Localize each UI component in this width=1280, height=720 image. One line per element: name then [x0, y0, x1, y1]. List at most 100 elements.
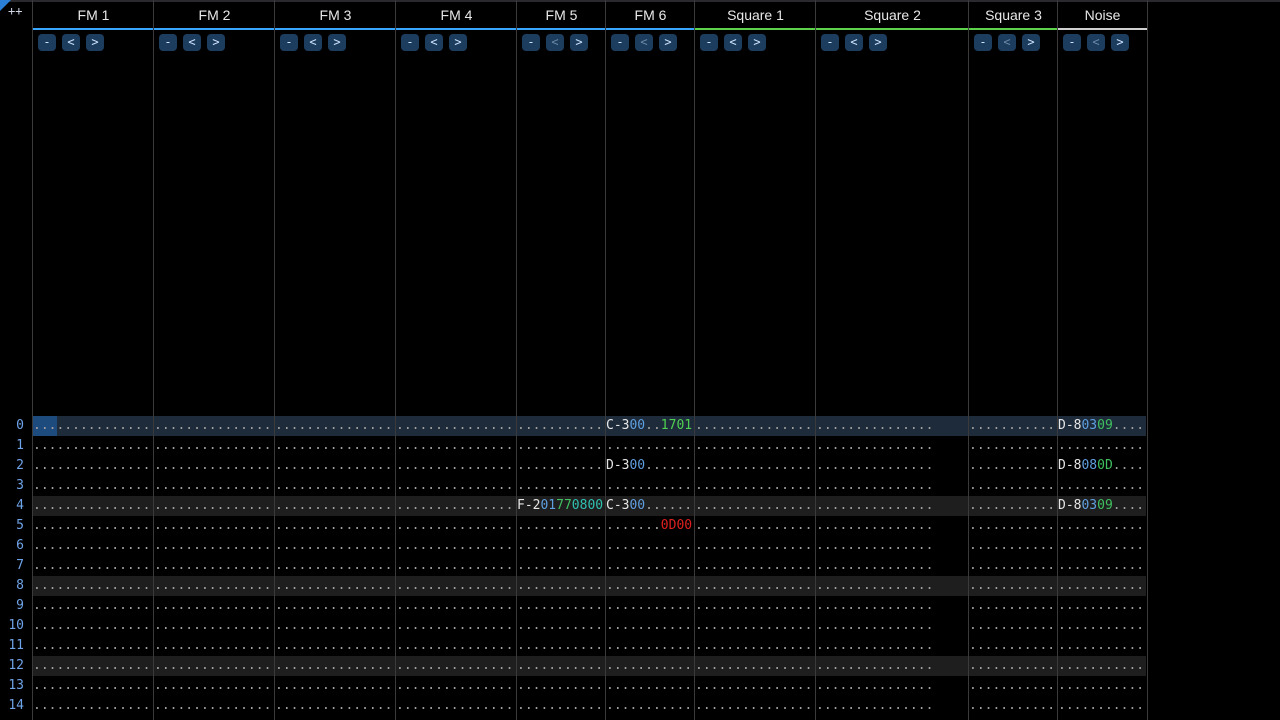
pattern-cell[interactable]: ........... — [517, 456, 606, 476]
channel-name[interactable]: Square 1 — [695, 4, 816, 26]
pattern-cell[interactable]: ............... — [275, 476, 396, 496]
pattern-cell[interactable]: ............... — [275, 596, 396, 616]
pattern-cell[interactable]: ............... — [816, 616, 969, 636]
pattern-cell[interactable]: ............... — [33, 576, 154, 596]
next-effect-button[interactable]: > — [449, 34, 467, 51]
pattern-cell[interactable]: ............... — [396, 696, 517, 716]
collapse-button[interactable]: - — [974, 34, 992, 51]
pattern-cell[interactable]: ........... — [606, 676, 695, 696]
pattern-cell[interactable]: ............... — [396, 596, 517, 616]
pattern-cell[interactable]: ............... — [816, 556, 969, 576]
pattern-cell[interactable]: ............... — [275, 416, 396, 436]
pattern-cell[interactable]: D-80309.... — [1058, 496, 1147, 516]
pattern-cell[interactable]: ........... — [606, 436, 695, 456]
channel-name[interactable]: Noise — [1058, 4, 1147, 26]
pattern-cell[interactable]: ............... — [33, 436, 154, 456]
pattern-cell[interactable]: ........... — [969, 536, 1058, 556]
pattern-cell[interactable]: ............... — [154, 416, 275, 436]
pattern-cell[interactable]: C-300...... — [606, 496, 695, 516]
pattern-cell[interactable]: ........... — [1058, 596, 1147, 616]
pattern-cell[interactable]: ............... — [396, 436, 517, 456]
pattern-cell[interactable]: ........... — [517, 576, 606, 596]
pattern-cell[interactable]: ............... — [154, 456, 275, 476]
pattern-cell[interactable]: ........... — [1058, 516, 1147, 536]
channel-name[interactable]: FM 4 — [396, 4, 517, 26]
pattern-cell[interactable]: ........... — [606, 576, 695, 596]
pattern-cell[interactable]: ............... — [816, 636, 969, 656]
pattern-cell[interactable]: ............... — [816, 696, 969, 716]
collapse-button[interactable]: - — [401, 34, 419, 51]
pattern-cell[interactable]: ............... — [816, 416, 969, 436]
next-effect-button[interactable]: > — [328, 34, 346, 51]
pattern-cell[interactable]: ............... — [695, 636, 816, 656]
pattern-cell[interactable]: ............... — [816, 676, 969, 696]
pattern-cell[interactable]: ........... — [1058, 616, 1147, 636]
pattern-cell[interactable]: ........... — [1058, 576, 1147, 596]
pattern-cell[interactable]: ............... — [154, 656, 275, 676]
pattern-cell[interactable]: ............... — [154, 536, 275, 556]
pattern-cell[interactable]: ........... — [1058, 696, 1147, 716]
next-effect-button[interactable]: > — [86, 34, 104, 51]
pattern-cell[interactable]: ............... — [695, 496, 816, 516]
pattern-cell[interactable]: ............... — [816, 436, 969, 456]
pattern-cell[interactable]: ............... — [33, 476, 154, 496]
channel-name[interactable]: FM 5 — [517, 4, 606, 26]
pattern-cell[interactable]: ............... — [816, 496, 969, 516]
pattern-cell[interactable]: ........... — [1058, 636, 1147, 656]
prev-effect-button[interactable]: < — [845, 34, 863, 51]
prev-effect-button[interactable]: < — [546, 34, 564, 51]
channel-name[interactable]: Square 2 — [816, 4, 969, 26]
pattern-cell[interactable]: ........... — [969, 416, 1058, 436]
pattern-cell[interactable]: ............... — [695, 416, 816, 436]
pattern-cell[interactable]: ........... — [969, 656, 1058, 676]
pattern-cell[interactable]: ............... — [275, 656, 396, 676]
pattern-cell[interactable]: ........... — [1058, 536, 1147, 556]
pattern-cell[interactable]: ............... — [154, 496, 275, 516]
pattern-cell[interactable]: ............... — [154, 676, 275, 696]
pattern-cell[interactable]: ............... — [33, 696, 154, 716]
pattern-cell[interactable]: ........... — [606, 556, 695, 576]
next-effect-button[interactable]: > — [1022, 34, 1040, 51]
pattern-cell[interactable]: ............... — [154, 636, 275, 656]
pattern-cell[interactable]: ............... — [695, 656, 816, 676]
pattern-cell[interactable]: ............... — [154, 576, 275, 596]
pattern-cell[interactable]: ............... — [154, 616, 275, 636]
pattern-cell[interactable]: ............... — [154, 516, 275, 536]
pattern-cell[interactable]: ............... — [816, 656, 969, 676]
next-effect-button[interactable]: > — [207, 34, 225, 51]
pattern-cell[interactable]: ........... — [969, 436, 1058, 456]
pattern-cell[interactable]: ............... — [396, 456, 517, 476]
pattern-cell[interactable]: ............... — [33, 496, 154, 516]
collapse-button[interactable]: - — [1063, 34, 1081, 51]
pattern-cell[interactable]: F-201770800 — [517, 496, 606, 516]
pattern-cell[interactable]: ........... — [969, 556, 1058, 576]
pattern-cell[interactable]: ............... — [33, 596, 154, 616]
pattern-cell[interactable]: ............... — [816, 476, 969, 496]
pattern-cell[interactable]: ............... — [154, 696, 275, 716]
pattern-cell[interactable]: D-8080D.... — [1058, 456, 1147, 476]
pattern-cell[interactable]: ............... — [396, 416, 517, 436]
pattern-cell[interactable]: ........... — [969, 516, 1058, 536]
pattern-cell[interactable]: ............... — [396, 656, 517, 676]
pattern-cell[interactable]: ........... — [517, 436, 606, 456]
pattern-cell[interactable]: ............... — [275, 436, 396, 456]
channel-name[interactable]: FM 6 — [606, 4, 695, 26]
prev-effect-button[interactable]: < — [183, 34, 201, 51]
pattern-cell[interactable]: ........... — [517, 696, 606, 716]
pattern-cell[interactable]: ............... — [275, 636, 396, 656]
pattern-cell[interactable]: ........... — [517, 536, 606, 556]
next-effect-button[interactable]: > — [570, 34, 588, 51]
pattern-cell[interactable]: .......0D00 — [606, 516, 695, 536]
pattern-cell[interactable]: ............... — [33, 616, 154, 636]
pattern-cell[interactable]: ............... — [396, 496, 517, 516]
next-effect-button[interactable]: > — [748, 34, 766, 51]
pattern-cell[interactable]: ............... — [816, 576, 969, 596]
pattern-cell[interactable]: ............... — [33, 656, 154, 676]
pattern-cell[interactable]: ............... — [396, 536, 517, 556]
pattern-cell[interactable]: ............... — [695, 556, 816, 576]
pattern-cell[interactable]: D-80309.... — [1058, 416, 1147, 436]
pattern-cell[interactable]: ............... — [695, 536, 816, 556]
pattern-cell[interactable]: ............... — [33, 416, 154, 436]
pattern-cell[interactable]: ............... — [695, 436, 816, 456]
next-effect-button[interactable]: > — [869, 34, 887, 51]
